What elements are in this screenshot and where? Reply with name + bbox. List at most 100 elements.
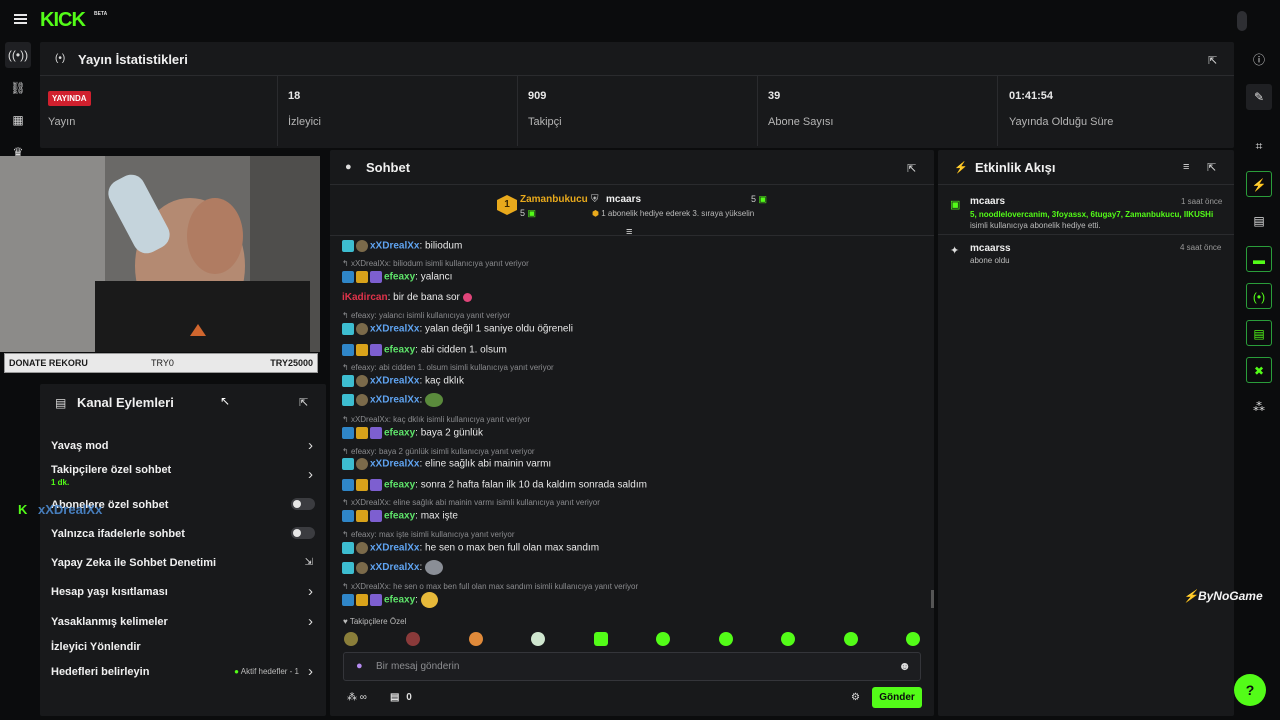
filter-icon[interactable]: ≡	[1183, 161, 1189, 173]
popout-icon[interactable]: ⇱	[299, 396, 308, 409]
donate-bar: DONATE REKORU TRY0 TRY25000	[4, 353, 318, 373]
emote-icon[interactable]	[844, 632, 858, 646]
top-bar	[0, 0, 1280, 40]
reply-context[interactable]: ↰ xXDrealXx: eline sağlık abi mainin var…	[342, 498, 600, 507]
donate-max: TRY25000	[270, 358, 313, 368]
chat-message: xXDrealXx: biliodum	[342, 240, 932, 252]
reply-context[interactable]: ↰ efeaxy: max işte isimli kullanıcıya ya…	[342, 530, 515, 539]
actions-icon[interactable]: ▤	[1246, 320, 1272, 346]
chat-text: : bir de bana sor	[387, 292, 460, 303]
notes-icon[interactable]: ▤	[1246, 208, 1272, 234]
chat-username[interactable]: xXDrealXx	[370, 241, 419, 252]
emote-icon[interactable]	[344, 632, 358, 646]
chat-username[interactable]: xXDrealXx	[370, 395, 419, 406]
emotes-only-row[interactable]: Yalnızca ifadelerle sohbet	[51, 527, 317, 540]
chat-text: : he sen o max ben full olan max sandım	[419, 542, 600, 554]
raid-row[interactable]: İzleyici Yönlendir	[51, 641, 317, 653]
ai-moderation-row[interactable]: Yapay Zeka ile Sohbet Denetimi ⇲	[51, 557, 317, 569]
chat-username[interactable]: efeaxy	[384, 345, 415, 356]
dots-icon[interactable]: ⁂	[1246, 394, 1272, 420]
emote-icon	[425, 560, 444, 575]
chat-username[interactable]: xXDrealXx	[370, 324, 419, 335]
scan-icon[interactable]: ⌗	[1246, 133, 1272, 159]
goals-row[interactable]: Hedefleri belirleyin ● Aktif hedefler - …	[51, 663, 317, 680]
emote-icon[interactable]	[781, 632, 795, 646]
settings-icon[interactable]: ⚙	[851, 692, 860, 703]
reply-context[interactable]: ↰ xXDrealXx: biliodum isimli kullanıcıya…	[342, 259, 529, 268]
emote-icon[interactable]	[656, 632, 670, 646]
send-button[interactable]: Gönder	[872, 687, 922, 708]
beta-tag: BETA	[94, 11, 108, 17]
points-icon[interactable]: ⁂ ∞	[347, 692, 367, 703]
slow-mode-row[interactable]: Yavaş mod ›	[51, 437, 317, 454]
chart-icon[interactable]: ▦	[5, 107, 31, 133]
leader-count: 5 ▣	[520, 208, 536, 219]
edit-icon[interactable]: ✎	[1246, 84, 1272, 110]
chat-username[interactable]: xXDrealXx	[370, 543, 419, 554]
row-label: Yavaş mod	[51, 440, 109, 452]
event-user[interactable]: mcaars	[970, 196, 1005, 207]
divider	[330, 235, 934, 236]
gift-icon: ▣	[527, 208, 537, 218]
chat-username[interactable]: efeaxy	[384, 272, 415, 283]
emoji-icon[interactable]: ☻	[898, 659, 911, 673]
popout-icon[interactable]: ⇱	[1207, 161, 1216, 174]
chat-username[interactable]: xXDrealXx	[370, 459, 419, 470]
followers-only-row[interactable]: Takipçilere özel sohbet 1 dk. ›	[51, 464, 317, 487]
popout-icon[interactable]: ⇱	[907, 162, 916, 175]
emotes-only-toggle[interactable]	[291, 527, 315, 539]
leader2-count: 5 ▣	[751, 194, 767, 205]
event-user[interactable]: mcaarss	[970, 243, 1011, 254]
mic-icon[interactable]: ●	[356, 660, 363, 672]
wrench-icon[interactable]: ✖	[1246, 357, 1272, 383]
chat-scrollbar[interactable]	[931, 590, 934, 608]
emote-icon[interactable]	[406, 632, 420, 646]
reply-context[interactable]: ↰ efeaxy: yalancı isimli kullanıcıya yan…	[342, 311, 510, 320]
chat-text: : abi cidden 1. olsum	[415, 344, 507, 356]
chat-username[interactable]: xXDrealXx	[370, 562, 419, 573]
divider	[757, 76, 758, 146]
emote-icon[interactable]	[531, 632, 545, 646]
chat-input[interactable]: ● Bir mesaj gönderin ☻	[343, 652, 921, 681]
emote-icon[interactable]	[906, 632, 920, 646]
viewers-label: İzleyici	[288, 116, 322, 128]
banned-words-row[interactable]: Yasaklanmış kelimeler ›	[51, 613, 317, 630]
menu-icon[interactable]	[14, 12, 28, 26]
reply-context[interactable]: ↰ efeaxy: baya 2 günlük isimli kullanıcı…	[342, 447, 535, 456]
video-player[interactable]	[0, 156, 320, 352]
chat-username[interactable]: efeaxy	[384, 595, 415, 606]
broadcast-icon[interactable]: (•)	[1246, 283, 1272, 309]
chat-username[interactable]: efeaxy	[384, 428, 415, 439]
reply-context[interactable]: ↰ xXDrealXx: he sen o max ben full olan …	[342, 582, 638, 591]
leader2-note-text: 1 abonelik hediye ederek 3. sıraya yükse…	[601, 209, 755, 218]
leader2-name[interactable]: mcaars	[606, 194, 641, 205]
collapse-icon[interactable]: ≡	[626, 226, 632, 238]
popout-icon[interactable]: ⇱	[1208, 54, 1217, 67]
kick-logo[interactable]: KICK	[40, 9, 86, 32]
overlay-username: xXDrealXx	[38, 502, 103, 517]
chat-username[interactable]: iKadircan	[342, 292, 388, 303]
help-button[interactable]: ?	[1234, 674, 1266, 706]
chat-message: xXDrealXx: eline sağlık abi mainin varmı	[342, 458, 932, 470]
lightning-icon[interactable]: ⚡	[1246, 171, 1272, 197]
chat-bubble-icon[interactable]: ▬	[1246, 246, 1272, 272]
emote-icon[interactable]	[719, 632, 733, 646]
account-age-row[interactable]: Hesap yaşı kısıtlaması ›	[51, 583, 317, 600]
emote-icon[interactable]	[469, 632, 483, 646]
leader-name[interactable]: Zamanbukucu	[520, 194, 588, 205]
divider	[277, 76, 278, 146]
avatar[interactable]	[1237, 11, 1247, 31]
subs-only-toggle[interactable]	[291, 498, 315, 510]
link-icon[interactable]: ⛓	[5, 75, 31, 101]
chevron-right-icon: ›	[308, 437, 313, 454]
chat-username[interactable]: xXDrealXx	[370, 376, 419, 387]
reply-context[interactable]: ↰ xXDrealXx: kaç dklık isimli kullanıcıy…	[342, 415, 530, 424]
leader2-count-value: 5	[751, 194, 757, 204]
emote-icon[interactable]	[594, 632, 608, 646]
gift-counter[interactable]: ▤ 0	[390, 692, 412, 703]
info-icon[interactable]: ⓘ	[1246, 47, 1272, 73]
stream-icon[interactable]: ((•))	[5, 42, 31, 68]
chat-username[interactable]: efeaxy	[384, 511, 415, 522]
reply-context[interactable]: ↰ efeaxy: abi cidden 1. olsum isimli kul…	[342, 363, 554, 372]
chat-username[interactable]: efeaxy	[384, 480, 415, 491]
